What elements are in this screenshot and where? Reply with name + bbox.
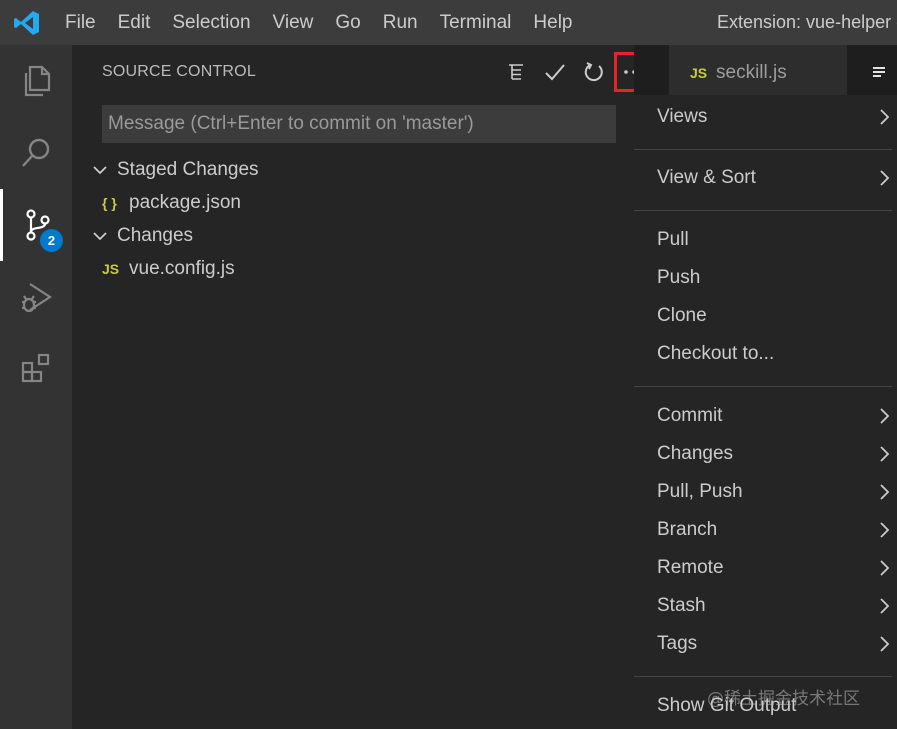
window-title: Extension: vue-helper -	[717, 12, 897, 32]
title-bar: File Edit Selection View Go Run Terminal…	[0, 0, 897, 45]
menu-item-pull-push[interactable]: Pull, Push	[634, 473, 897, 511]
menu-terminal[interactable]: Terminal	[429, 0, 523, 45]
menu-file[interactable]: File	[54, 0, 107, 45]
chevron-right-icon	[880, 109, 890, 125]
chevron-right-icon	[880, 636, 890, 652]
tab-active[interactable]	[849, 45, 897, 100]
menu-item-label: Tags	[657, 633, 698, 654]
watermark: @稀土掘金技术社区	[707, 689, 860, 709]
menu-item-label: Branch	[657, 519, 718, 540]
menu-view[interactable]: View	[262, 0, 325, 45]
menu-item-label: Changes	[657, 443, 734, 464]
chevron-right-icon	[880, 598, 890, 614]
chevron-right-icon	[880, 408, 890, 424]
menu-item-label: Push	[657, 267, 701, 288]
menu-item-label: Clone	[657, 305, 707, 326]
menu-edit[interactable]: Edit	[107, 0, 162, 45]
menu-item-changes[interactable]: Changes	[634, 435, 897, 473]
source-control-panel: SOURCE CONTROL Staged Changes { } packag…	[72, 45, 654, 729]
lines-icon	[873, 66, 885, 77]
chevron-down-icon	[93, 231, 107, 240]
explorer-files-icon[interactable]	[0, 45, 72, 117]
file-name: vue.config.js	[129, 257, 235, 279]
menu-item-label: Pull, Push	[657, 481, 743, 502]
menu-go[interactable]: Go	[324, 0, 371, 45]
chevron-right-icon	[880, 560, 890, 576]
menu-item-label: Pull	[657, 229, 689, 250]
more-actions-menu: Views View & Sort Pull Push Clone Checko…	[634, 95, 897, 729]
menu-item-remote[interactable]: Remote	[634, 549, 897, 587]
menu-item-label: Commit	[657, 405, 723, 426]
file-item[interactable]: JS vue.config.js	[72, 252, 634, 285]
menu-item-push[interactable]: Push	[634, 259, 897, 297]
menu-item-views[interactable]: Views	[634, 98, 897, 136]
changes-group[interactable]: Changes	[72, 219, 634, 252]
chevron-right-icon	[880, 522, 890, 538]
tab-seckill-js[interactable]: JS seckill.js	[669, 45, 847, 100]
menu-item-branch[interactable]: Branch	[634, 511, 897, 549]
menu-selection[interactable]: Selection	[161, 0, 261, 45]
menu-separator	[634, 210, 892, 211]
js-file-icon: JS	[102, 260, 120, 277]
menu-item-label: Checkout to...	[657, 343, 775, 364]
menu-item-clone[interactable]: Clone	[634, 297, 897, 335]
chevron-right-icon	[880, 170, 890, 186]
chevron-down-icon	[93, 165, 107, 174]
vscode-logo-icon	[0, 0, 54, 45]
chevron-right-icon	[880, 446, 890, 462]
search-icon[interactable]	[0, 117, 72, 189]
changes-label: Changes	[117, 224, 194, 246]
menu-run[interactable]: Run	[372, 0, 429, 45]
menu-item-checkout[interactable]: Checkout to...	[634, 335, 897, 373]
menu-item-label: Remote	[657, 557, 724, 578]
menu-item-pull[interactable]: Pull	[634, 221, 897, 259]
commit-message-input[interactable]	[102, 105, 616, 143]
menu-separator	[634, 386, 892, 387]
run-debug-icon[interactable]	[0, 261, 72, 333]
commit-check-icon[interactable]	[538, 55, 572, 89]
panel-title: SOURCE CONTROL	[102, 63, 256, 80]
menu-separator	[634, 676, 892, 677]
staged-changes-label: Staged Changes	[117, 158, 259, 180]
menu-item-label: Views	[657, 106, 708, 127]
file-item[interactable]: { } package.json	[72, 186, 634, 219]
menu-help[interactable]: Help	[522, 0, 583, 45]
tab-label: seckill.js	[716, 61, 787, 83]
refresh-icon[interactable]	[577, 55, 611, 89]
menu-item-view-sort[interactable]: View & Sort	[634, 159, 897, 197]
menu-item-tags[interactable]: Tags	[634, 625, 897, 663]
menu-item-commit[interactable]: Commit	[634, 397, 897, 435]
activity-bar: 2	[0, 45, 72, 729]
json-file-icon: { }	[102, 194, 117, 211]
source-control-icon[interactable]: 2	[0, 189, 72, 261]
js-file-icon: JS	[690, 64, 708, 81]
source-control-badge: 2	[40, 229, 63, 252]
menu-item-stash[interactable]: Stash	[634, 587, 897, 625]
menu-separator	[634, 149, 892, 150]
extensions-icon[interactable]	[0, 333, 72, 405]
menu-item-label: Stash	[657, 595, 706, 616]
menu-item-label: View & Sort	[657, 167, 756, 188]
staged-changes-group[interactable]: Staged Changes	[72, 153, 634, 186]
view-as-tree-icon[interactable]	[499, 55, 533, 89]
file-name: package.json	[129, 191, 241, 213]
chevron-right-icon	[880, 484, 890, 500]
